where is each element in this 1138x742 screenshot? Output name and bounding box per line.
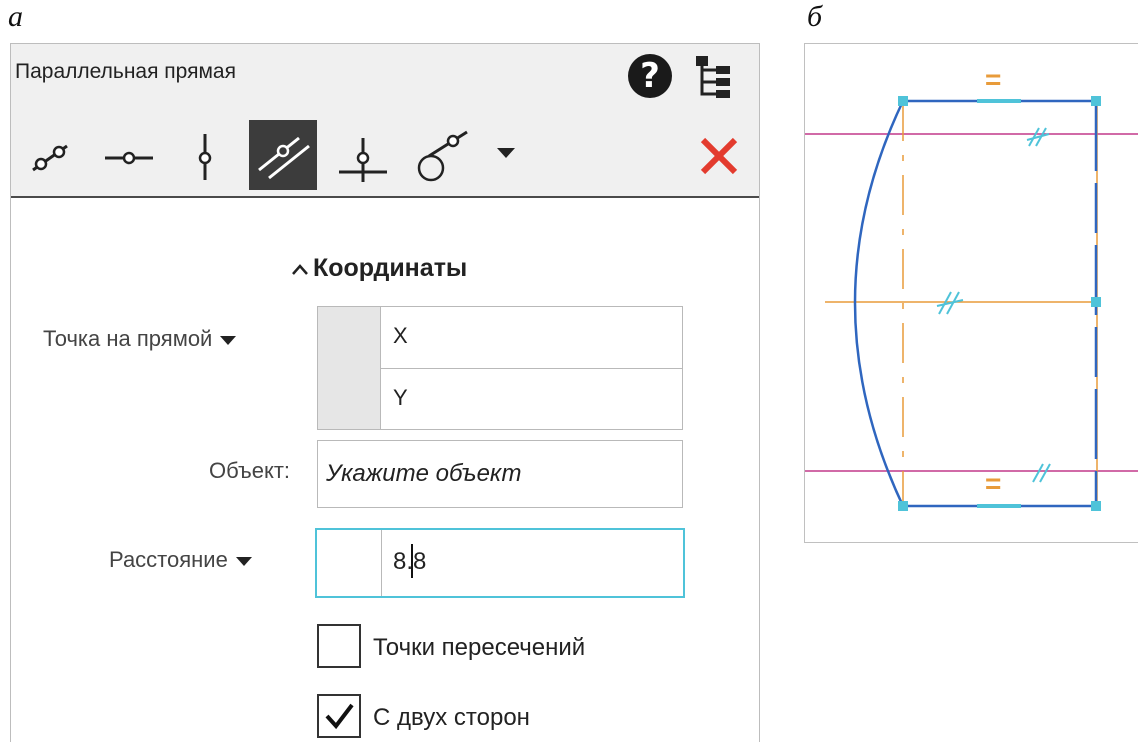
sketch-drawing bbox=[805, 96, 1138, 511]
parallel-mark-bottom bbox=[1032, 463, 1051, 483]
parallel-mark-middle bbox=[936, 291, 964, 315]
divider bbox=[381, 530, 382, 596]
both-sides-label: С двух сторон bbox=[373, 704, 530, 731]
point-top-left bbox=[898, 96, 908, 106]
tree-icon[interactable] bbox=[694, 54, 734, 102]
point-on-line-label: Точка на прямой bbox=[43, 326, 213, 351]
dropdown-arrow-icon bbox=[220, 335, 237, 345]
point-bottom-right bbox=[1091, 501, 1101, 511]
object-field[interactable]: Укажите объект bbox=[317, 440, 683, 508]
coordinates-box: X Y bbox=[317, 306, 683, 430]
chevron-down-icon[interactable] bbox=[497, 148, 515, 158]
line-horizontal-icon[interactable] bbox=[95, 120, 163, 190]
tangent-line-icon[interactable] bbox=[407, 120, 475, 190]
distance-dropdown[interactable]: Расстояние bbox=[109, 547, 252, 573]
x-field[interactable]: X bbox=[381, 307, 682, 367]
parallel-line-icon[interactable] bbox=[249, 120, 317, 190]
checkmark-icon bbox=[325, 703, 354, 730]
y-field[interactable]: Y bbox=[381, 369, 682, 429]
parallel-mark-top bbox=[1026, 127, 1050, 147]
point-top-right bbox=[1091, 96, 1101, 106]
point-on-line-dropdown[interactable]: Точка на прямой bbox=[43, 326, 237, 352]
equal-mark-bottom: = bbox=[985, 468, 1002, 499]
x-label: X bbox=[393, 323, 408, 348]
section-coordinates-toggle[interactable]: Координаты bbox=[291, 254, 467, 283]
distance-label: Расстояние bbox=[109, 547, 228, 572]
figure-label-a: а bbox=[8, 0, 23, 33]
dropdown-arrow-icon bbox=[235, 556, 252, 566]
line-vertical-icon[interactable] bbox=[171, 120, 239, 190]
line-by-two-points-icon[interactable] bbox=[15, 120, 83, 190]
intersections-label: Точки пересечений bbox=[373, 634, 586, 661]
close-icon[interactable] bbox=[697, 134, 741, 178]
left-arc bbox=[853, 100, 905, 507]
point-mid-right bbox=[1091, 297, 1101, 307]
help-icon[interactable]: ? bbox=[628, 54, 672, 98]
panel-header: Параллельная прямая ? bbox=[11, 44, 759, 198]
object-label: Объект: bbox=[209, 458, 291, 483]
point-bottom-left bbox=[898, 501, 908, 511]
panel-title: Параллельная прямая bbox=[15, 60, 236, 83]
point-picker-button[interactable] bbox=[318, 307, 381, 429]
y-label: Y bbox=[393, 385, 408, 410]
section-title: Координаты bbox=[313, 254, 468, 282]
distance-field[interactable]: 8.8 bbox=[315, 528, 685, 598]
object-placeholder: Укажите объект bbox=[326, 460, 522, 487]
distance-value: 8.8 bbox=[393, 548, 427, 575]
intersections-checkbox[interactable] bbox=[317, 624, 361, 668]
both-sides-checkbox[interactable] bbox=[317, 694, 361, 738]
parallel-line-panel: Параллельная прямая ? Координаты Точка н… bbox=[10, 43, 760, 742]
figure-label-b: б bbox=[807, 0, 823, 33]
chevron-up-icon bbox=[292, 264, 308, 276]
perpendicular-line-icon[interactable] bbox=[329, 120, 397, 190]
equal-mark-top: = bbox=[985, 64, 1002, 95]
text-cursor bbox=[411, 544, 413, 578]
sketch-view: = = bbox=[804, 43, 1138, 543]
